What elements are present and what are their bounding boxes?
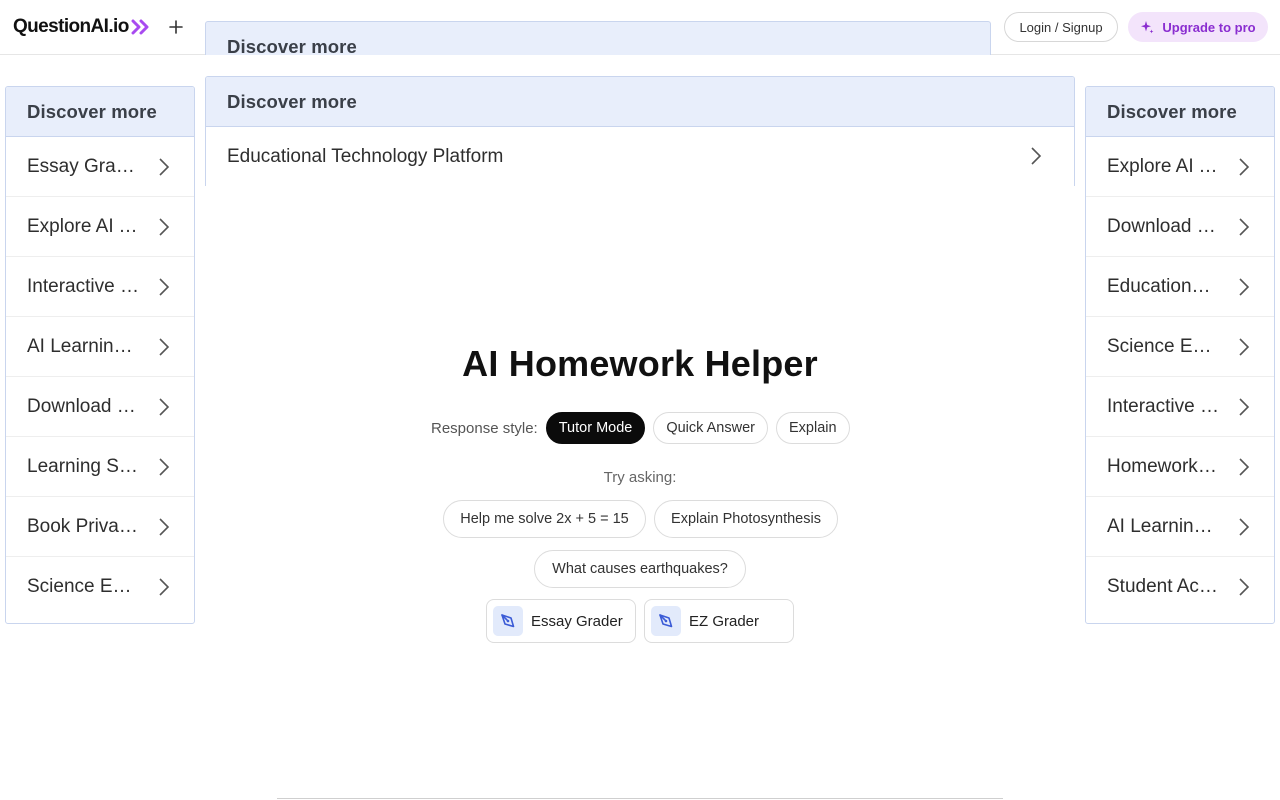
try-asking-label: Try asking: [603, 469, 677, 486]
ad-link-item[interactable]: Educational Technology Platform [206, 127, 1074, 186]
ad-link-item[interactable]: AI Learning Tools [6, 317, 194, 377]
ad-link-item[interactable]: Essay Grading [6, 137, 194, 197]
chevron-right-icon [159, 518, 170, 536]
ad-link-label: Book Private Tutor [27, 515, 141, 537]
chevron-right-icon [1239, 398, 1250, 416]
ad-link-label: Explore AI Tools [27, 215, 141, 237]
chevron-right-icon [1239, 278, 1250, 296]
chevron-right-icon [1239, 518, 1250, 536]
style-option-tutor-mode[interactable]: Tutor Mode [545, 412, 646, 444]
style-option-explain[interactable]: Explain [776, 412, 850, 444]
input-area-divider [277, 798, 1003, 799]
tool-label: EZ Grader [689, 612, 760, 630]
ad-link-label: Student Academic [1107, 576, 1221, 597]
ad-link-label: Interactive Learning [1107, 395, 1221, 417]
ad-link-item[interactable]: AI Learning Tools [1086, 497, 1274, 557]
suggestion-chip[interactable]: Explain Photosynthesis [654, 500, 838, 538]
ad-link-label: Science Experiments [1107, 335, 1221, 357]
tool-label: Essay Grader [531, 612, 623, 630]
ad-title: Discover more [1107, 101, 1237, 122]
center-discover-ad: Discover more Educational Technology Pla… [205, 76, 1075, 186]
ad-link-item[interactable]: Download Resources [6, 377, 194, 437]
ad-link-item[interactable]: Download Resources [1086, 197, 1274, 257]
ad-link-item[interactable]: Book Private Tutor [6, 497, 194, 557]
page-title: AI Homework Helper [462, 343, 818, 384]
ad-link-item[interactable]: Explore AI Tools [6, 197, 194, 257]
ad-link-label: Essay Grading [27, 155, 141, 177]
left-discover-ad: Discover more Essay Grading Explore AI T… [5, 86, 195, 624]
sparkle-icon [1141, 21, 1154, 34]
response-style-label: Response style: [431, 419, 538, 437]
pen-nib-icon [493, 606, 523, 636]
ad-link-item[interactable]: Interactive Learning [6, 257, 194, 317]
pen-nib-icon [651, 606, 681, 636]
right-discover-ad: Discover more Explore AI Tools Download … [1085, 86, 1275, 624]
chevron-right-icon [159, 338, 170, 356]
ad-link-item[interactable]: Science Experiments [6, 557, 194, 617]
upgrade-button[interactable]: Upgrade to pro [1128, 12, 1268, 42]
new-chat-button[interactable] [166, 17, 186, 37]
chevron-right-icon [159, 398, 170, 416]
suggestion-chip[interactable]: Help me solve 2x + 5 = 15 [443, 500, 646, 538]
ad-title: Discover more [27, 101, 157, 122]
tool-essay-grader[interactable]: Essay Grader [486, 599, 636, 643]
ad-header: Discover more [206, 77, 1074, 127]
chevron-right-icon [159, 158, 170, 176]
ad-link-label: Learning Support [27, 455, 141, 477]
chevron-right-icon [1239, 158, 1250, 176]
ad-link-item[interactable]: Interactive Learning [1086, 377, 1274, 437]
chevron-right-icon [159, 458, 170, 476]
ad-link-label: Educational Apps [1107, 275, 1221, 297]
chevron-right-icon [159, 278, 170, 296]
logo-text: QuestionAI.io [13, 16, 129, 37]
response-style-selector: Response style: Tutor Mode Quick Answer … [431, 412, 858, 444]
ad-title: Discover more [227, 36, 357, 55]
ad-link-label: Homework Help [1107, 455, 1221, 477]
ad-link-label: Interactive Learning [27, 275, 141, 297]
suggestion-chip[interactable]: What causes earthquakes? [534, 550, 746, 588]
double-chevron-right-icon [131, 19, 151, 35]
ad-link-item[interactable]: Explore AI Tools [1086, 137, 1274, 197]
top-banner-ad[interactable]: Discover more [205, 21, 991, 55]
ad-link-item[interactable]: Homework Help [1086, 437, 1274, 497]
chevron-right-icon [159, 578, 170, 596]
ad-link-label: AI Learning Tools [27, 335, 141, 357]
ad-link-item[interactable]: Student Academic [1086, 557, 1274, 617]
logo[interactable]: QuestionAI.io [13, 15, 151, 39]
chevron-right-icon [1239, 578, 1250, 596]
ad-link-label: Science Experiments [27, 576, 141, 597]
ad-link-item[interactable]: Educational Apps [1086, 257, 1274, 317]
chevron-right-icon [1239, 338, 1250, 356]
ad-link-label: AI Learning Tools [1107, 515, 1221, 537]
plus-icon [169, 20, 183, 34]
chevron-right-icon [1031, 147, 1042, 165]
login-signup-button[interactable]: Login / Signup [1004, 12, 1118, 42]
top-header: QuestionAI.io Discover more Login / Sign… [0, 0, 1280, 55]
tool-ez-grader[interactable]: EZ Grader [644, 599, 794, 643]
chevron-right-icon [1239, 218, 1250, 236]
style-option-quick-answer[interactable]: Quick Answer [653, 412, 768, 444]
ad-link-label: Download Resources [27, 395, 141, 417]
ad-link-item[interactable]: Science Experiments [1086, 317, 1274, 377]
ad-header: Discover more [1086, 87, 1274, 137]
chevron-right-icon [1239, 458, 1250, 476]
chevron-right-icon [159, 218, 170, 236]
ad-title: Discover more [227, 91, 357, 112]
ad-link-label: Download Resources [1107, 215, 1221, 237]
ad-header: Discover more [6, 87, 194, 137]
ad-link-label: Explore AI Tools [1107, 155, 1221, 177]
upgrade-label: Upgrade to pro [1162, 19, 1256, 35]
ad-link-item[interactable]: Learning Support [6, 437, 194, 497]
ad-link-label: Educational Technology Platform [227, 146, 504, 167]
